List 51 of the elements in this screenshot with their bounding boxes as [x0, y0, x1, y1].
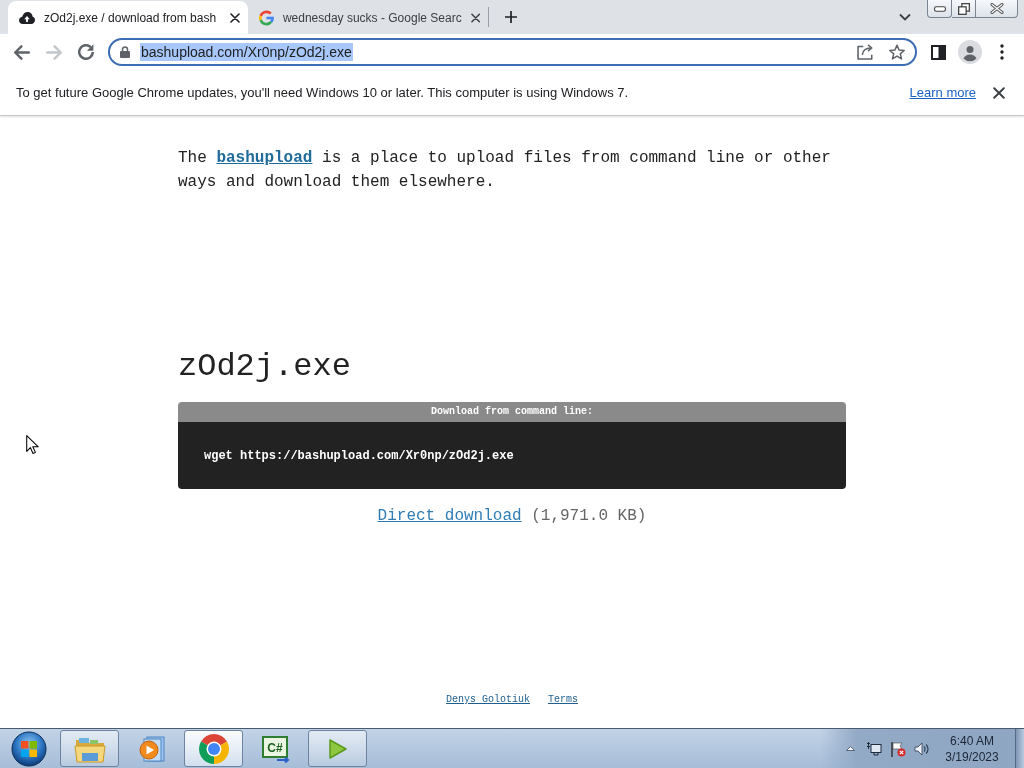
menu-icon[interactable]	[1000, 44, 1004, 60]
share-icon[interactable]	[857, 44, 873, 60]
chevron-down-icon[interactable]	[899, 13, 911, 21]
address-bar[interactable]: bashupload.com/Xr0np/zOd2j.exe	[108, 38, 917, 66]
browser-icon[interactable]	[197, 732, 230, 765]
speaker-icon[interactable]	[914, 741, 930, 756]
flag-icon[interactable]	[890, 740, 906, 757]
network-icon[interactable]	[866, 740, 882, 757]
file-size-text: (1,971.0 KB)	[531, 506, 647, 527]
caret-up-icon[interactable]	[845, 746, 855, 751]
file-name-heading: zOd2j.exe	[178, 347, 352, 387]
lock-icon	[120, 46, 130, 58]
side-panel-icon[interactable]	[930, 44, 946, 60]
g-logo-icon	[259, 9, 274, 26]
browser-tab[interactable]: zOd2j.exe / download from bash	[8, 1, 248, 34]
intro-text: The bashupload is a place to upload files from command line or other ways and download them elsewhere.	[178, 148, 832, 193]
learn-more-link[interactable]: Learn more	[909, 82, 976, 103]
cloud-upload-icon	[19, 11, 35, 24]
restore-button[interactable]	[952, 0, 976, 18]
media-player-icon[interactable]	[136, 733, 167, 764]
close-icon[interactable]	[993, 86, 1005, 99]
refresh-icon[interactable]	[78, 44, 94, 60]
window-close-button[interactable]	[976, 0, 1018, 18]
minimize-button[interactable]	[927, 0, 952, 18]
infobar-message: To get future Google Chrome updates, you'll need Windows 10 or later. This computer is using Windows 7.	[16, 83, 629, 102]
bashupload-link[interactable]: bashupload	[216, 149, 313, 167]
taskbar-button[interactable]	[60, 730, 119, 767]
direct-download-link[interactable]: Direct download	[377, 504, 522, 528]
footer-link[interactable]: Terms	[548, 693, 578, 707]
restore-icon	[957, 2, 970, 15]
taskbar-button[interactable]	[184, 730, 243, 767]
close-icon[interactable]	[230, 12, 240, 23]
command-box-header: Download from command line:	[178, 402, 846, 422]
play-icon[interactable]	[327, 737, 348, 760]
start-orb-icon[interactable]	[11, 730, 47, 767]
clock-time: 6:40 AM	[950, 732, 994, 749]
profile-icon[interactable]	[958, 40, 982, 64]
taskbar-button[interactable]	[308, 730, 367, 767]
close-icon[interactable]	[470, 12, 480, 23]
browser-tab[interactable]: wednesday sucks - Google Searc	[248, 1, 488, 34]
minimize-icon	[933, 5, 946, 12]
mouse-pointer-icon	[26, 435, 39, 455]
url-text[interactable]: bashupload.com/Xr0np/zOd2j.exe	[140, 43, 353, 61]
footer-link[interactable]: Denys Golotiuk	[446, 693, 530, 707]
show-desktop-button[interactable]	[1015, 729, 1024, 768]
plus-icon[interactable]	[505, 11, 517, 23]
star-icon[interactable]	[889, 44, 905, 60]
arrow-left-icon[interactable]	[14, 44, 30, 60]
clock-date: 3/19/2023	[945, 748, 999, 765]
close-icon	[989, 3, 1004, 14]
command-panel: wget https://bashupload.com/Xr0np/zOd2j.exe	[178, 422, 846, 489]
